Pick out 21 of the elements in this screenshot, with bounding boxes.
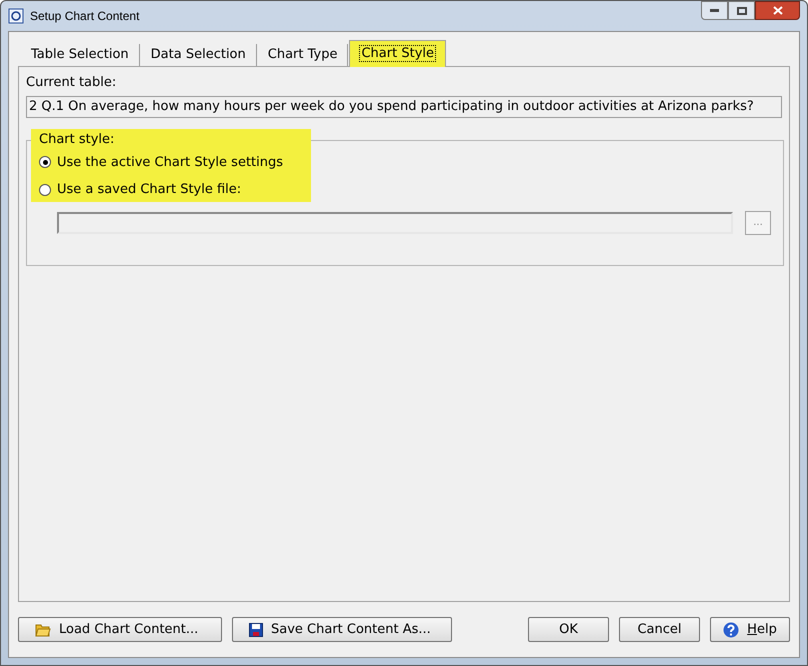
close-icon <box>772 6 782 15</box>
load-button[interactable]: Load Chart Content... <box>18 617 222 642</box>
dialog-button[interactable]: OK <box>528 617 609 642</box>
folder-icon <box>35 622 51 636</box>
radio-label[interactable]: Use the active Chart Style settings <box>57 152 284 172</box>
help-button[interactable]: Help <box>710 617 790 642</box>
app-icon <box>8 8 24 24</box>
help-icon <box>723 622 740 638</box>
tab[interactable]: Chart Style <box>349 40 446 67</box>
maximize-button[interactable] <box>728 1 755 20</box>
minimize-icon <box>710 9 719 12</box>
minimize-button[interactable] <box>701 1 728 20</box>
dialog-button[interactable]: Cancel <box>619 617 700 642</box>
current-table-field: 2 Q.1 On average, how many hours per week do you spend participating in outdoor activities at Arizona parks? <box>26 96 782 118</box>
save-icon <box>249 622 263 636</box>
field-label: Current table: <box>26 74 118 92</box>
close-button[interactable] <box>755 1 800 20</box>
radio-label[interactable]: Use a saved Chart Style file: <box>57 180 242 200</box>
window-title: Setup Chart Content <box>30 8 140 25</box>
maximize-icon <box>736 6 746 14</box>
save-button[interactable]: Save Chart Content As... <box>232 617 452 642</box>
